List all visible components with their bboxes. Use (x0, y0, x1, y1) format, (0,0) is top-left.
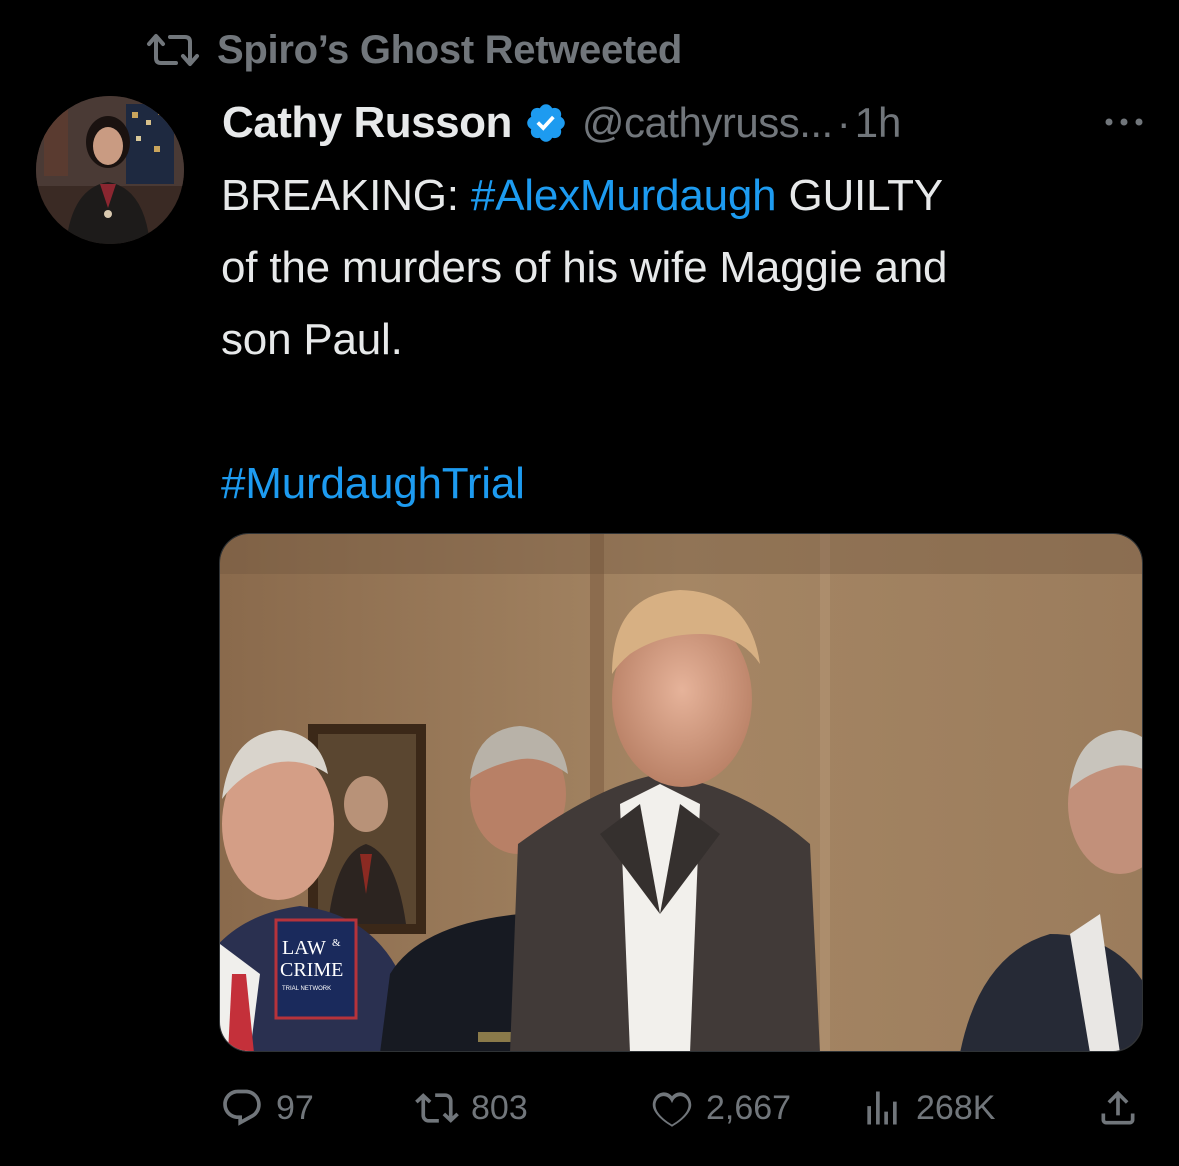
tweet-guilty-text: GUILTY (776, 171, 943, 220)
logo-law-text: LAW (282, 937, 326, 959)
hashtag-alexmurdaugh[interactable]: #AlexMurdaugh (471, 171, 777, 220)
retweet-label: Spiro’s Ghost Retweeted (217, 27, 683, 72)
more-dots-icon[interactable] (1099, 107, 1149, 137)
tweet-line-2: of the murders of his wife Maggie and (221, 243, 948, 292)
tweet-line-3: son Paul. (221, 315, 403, 364)
retweet-icon (147, 34, 199, 66)
tweet-breaking-text: BREAKING: (221, 171, 471, 220)
views-chart-icon (867, 1091, 897, 1125)
retweet-banner[interactable]: Spiro’s Ghost Retweeted (143, 22, 682, 78)
tweet-text: BREAKING: #AlexMurdaugh GUILTY of the mu… (221, 160, 1151, 520)
like-button[interactable]: 2,667 (650, 1078, 791, 1138)
author-name[interactable]: Cathy Russon (222, 98, 512, 148)
timestamp[interactable]: 1h (855, 99, 902, 147)
views-count: 268K (916, 1088, 996, 1127)
logo-amp-text: & (332, 937, 341, 949)
logo-network-text: TRIAL NETWORK (282, 986, 331, 992)
tweet-line-1: BREAKING: #AlexMurdaugh GUILTY (221, 160, 1151, 232)
separator-dot: · (836, 99, 851, 146)
reply-icon (223, 1089, 261, 1126)
tweet-media-image[interactable]: LAW & CRIME TRIAL NETWORK (219, 533, 1143, 1052)
like-count: 2,667 (706, 1088, 792, 1127)
retweet-button[interactable]: 803 (415, 1078, 528, 1138)
law-and-crime-logo: LAW & CRIME TRIAL NETWORK (274, 918, 358, 1020)
share-icon (1101, 1090, 1135, 1125)
heart-icon (652, 1092, 692, 1127)
share-button[interactable] (1096, 1078, 1140, 1138)
tweet-action-bar: 97 803 2,667 268K (220, 1078, 1145, 1138)
tweet-header: Cathy Russon @cathyruss... · 1h (222, 93, 1149, 153)
reply-count: 97 (276, 1088, 314, 1127)
retweet-action-icon (415, 1093, 459, 1123)
verified-badge-icon[interactable] (524, 101, 568, 145)
views-button[interactable]: 268K (860, 1078, 995, 1138)
avatar[interactable] (36, 96, 184, 244)
retweet-count: 803 (471, 1088, 528, 1127)
hashtag-murdaughtrial[interactable]: #MurdaughTrial (221, 459, 525, 508)
logo-crime-text: CRIME (280, 959, 343, 981)
author-handle[interactable]: @cathyruss... (582, 99, 833, 147)
reply-button[interactable]: 97 (220, 1078, 314, 1138)
